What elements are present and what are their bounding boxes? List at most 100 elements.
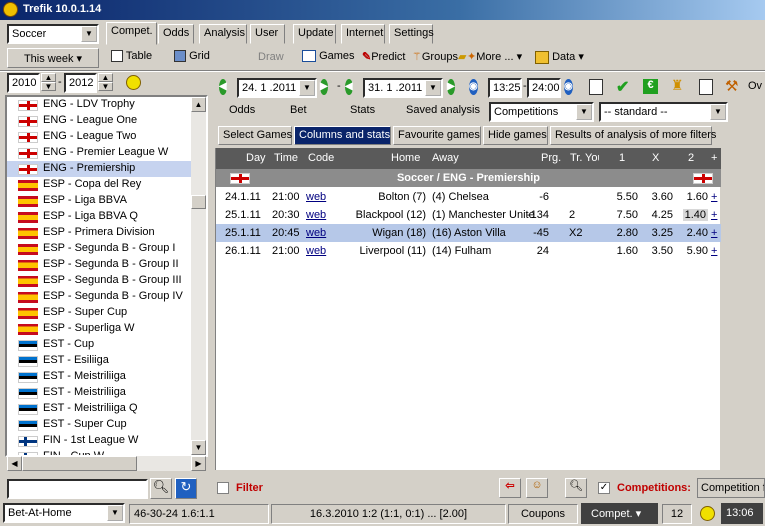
year-to-input[interactable]: 2012 [64,73,97,93]
subtab-hide-games[interactable]: Hide games [483,126,548,145]
tab-internet[interactable]: Internet [341,24,385,44]
down-arrow-icon[interactable]: ▼ [98,82,113,91]
tab-user[interactable]: User [250,24,285,44]
sidebar-item[interactable]: ENG - League One [7,113,206,129]
standard-select[interactable]: -- standard -- ▼ [599,102,728,122]
wand-tool-icon[interactable]: ⚒ [725,77,738,95]
col-home[interactable]: Home [391,152,420,164]
next-date-to-icon[interactable]: ▶ [447,79,455,95]
sidebar-item[interactable]: EST - Meistriliiga Q [7,401,206,417]
sidebar-item[interactable]: ESP - Copa del Rey [7,177,206,193]
competition-filter-value[interactable]: Competition f [697,478,765,498]
sidebar-item[interactable]: ENG - Premiership [7,161,206,177]
person-button[interactable]: ☺ [526,478,548,498]
ov-label[interactable]: Ov [748,80,762,92]
table-row[interactable]: 25.1.11 20:30 web Blackpool (12) (1) Manches… [216,206,721,224]
col-prg[interactable]: Prg. [541,152,561,164]
next-date-icon[interactable]: ▶ [320,79,328,95]
col-away[interactable]: Away [432,152,459,164]
status-ball-icon[interactable] [126,75,141,90]
subtab-results-analysis[interactable]: Results of analysis of more filters [550,126,716,145]
tab-update[interactable]: Update [293,24,336,44]
table-row[interactable]: 24.1.11 21:00 web Bolton (7) (4) Chelsea -6 5.… [216,188,721,206]
scroll-left-icon[interactable]: ◀ [7,456,22,471]
sidebar-item[interactable]: EST - Cup [7,337,206,353]
period-select[interactable]: This week ▾ [7,48,99,68]
tab-settings[interactable]: Settings [389,24,434,44]
sidebar-item[interactable]: ESP - Segunda B - Group III [7,273,206,289]
col-tr[interactable]: Tr. [570,152,582,164]
subtab-select-games[interactable]: Select Games [218,126,292,145]
prev-date-to-icon[interactable]: ◀ [345,79,353,95]
sidebar-item[interactable]: ESP - Liga BBVA [7,193,206,209]
chevron-down-icon[interactable]: ▼ [299,80,315,96]
up-arrow-icon[interactable]: ▲ [41,73,56,82]
sidebar-item[interactable]: ENG - Premier League W [7,145,206,161]
sidebar-item[interactable]: ENG - League Two [7,129,206,145]
cell-plus[interactable]: + [711,209,717,221]
chevron-down-icon[interactable]: ▼ [107,505,123,521]
cell-code[interactable]: web [306,227,326,239]
hscroll-thumb[interactable] [22,456,137,471]
sidebar-item[interactable]: ESP - Segunda B - Group I [7,241,206,257]
table-row[interactable]: 25.1.11 20:45 web Wigan (18) (16) Aston Vill… [216,224,721,242]
col-day[interactable]: Day [246,152,266,164]
tab-odds[interactable]: Odds [158,24,194,44]
table-row[interactable]: 26.1.11 21:00 web Liverpool (11) (14) Fulham… [216,242,721,260]
col-you[interactable]: You [585,152,599,164]
view-stats-link[interactable]: Stats [350,104,375,116]
chevron-down-icon[interactable]: ▼ [425,80,441,96]
cell-plus[interactable]: + [711,245,717,257]
view-bet-link[interactable]: Bet [290,104,307,116]
cell-code[interactable]: web [306,209,326,221]
scroll-right-icon[interactable]: ▶ [191,456,206,471]
scroll-up-icon[interactable]: ▲ [191,97,206,112]
time-from-input[interactable]: 13:25 [488,78,522,98]
sidebar-item[interactable]: EST - Meistriliiga [7,385,206,401]
sidebar-item[interactable]: EST - Esiliiga [7,353,206,369]
document-icon[interactable] [589,79,603,95]
up-arrow-icon[interactable]: ▲ [98,73,113,82]
col-plus[interactable]: + [711,152,717,164]
cell-code[interactable]: web [306,191,326,203]
compet-status-button[interactable]: Compet. ▾ [581,503,658,524]
draw-button[interactable]: Draw [258,51,284,63]
col-odds-x[interactable]: X [652,152,659,164]
groups-button[interactable]: ⚚Groups▰ [412,50,466,63]
chevron-down-icon[interactable]: ▼ [710,104,726,120]
competitions-select[interactable]: Competitions ▼ [489,102,594,122]
data-button[interactable]: Data ▾ [535,50,584,64]
clock-right-icon[interactable]: ◉ [564,79,573,95]
saved-analysis-link[interactable]: Saved analysis [406,104,480,116]
games-button[interactable]: Games [302,50,355,63]
sidebar-item[interactable]: EST - Super Cup [7,417,206,433]
year-to-stepper[interactable]: ▲ ▼ [98,73,113,92]
checkmark-icon[interactable]: ✔ [616,77,629,97]
money-bag-icon[interactable]: ♜ [671,77,687,94]
sidebar-item[interactable]: ESP - Superliga W [7,321,206,337]
col-time[interactable]: Time [274,152,298,164]
col-odds-1[interactable]: 1 [619,152,625,164]
subtab-columns-stats[interactable]: Columns and stats [294,126,391,145]
sidebar-item[interactable]: FIN - 1st League W [7,433,206,449]
sidebar-item[interactable]: ESP - Liga BBVA Q [7,209,206,225]
competition-list-scrollbar[interactable]: ▲ ▼ [191,97,206,455]
time-to-input[interactable]: 24:00 [527,78,561,98]
table-button[interactable]: Table [111,50,152,63]
sidebar-item[interactable]: ESP - Segunda B - Group IV [7,289,206,305]
chevron-down-icon[interactable]: ▼ [81,26,97,42]
search-button[interactable]: 🔍︎ [150,478,172,499]
clock-left-icon[interactable]: ◉ [469,79,478,95]
cell-plus[interactable]: + [711,227,717,239]
sidebar-item[interactable]: EST - Meistriliiga [7,369,206,385]
sidebar-item[interactable]: ESP - Segunda B - Group II [7,257,206,273]
predict-button[interactable]: ✎Predict [362,50,405,63]
sidebar-item[interactable]: ESP - Super Cup [7,305,206,321]
sidebar-item[interactable]: ESP - Primera Division [7,225,206,241]
grid-button[interactable]: Grid [174,50,210,63]
view-odds-link[interactable]: Odds [229,104,255,116]
competitions-checkbox[interactable]: ✓ [598,482,610,494]
refresh-button[interactable]: ↻ [175,478,197,499]
date-from-select[interactable]: 24. 1 .2011 ▼ [237,78,317,98]
competition-search-input[interactable] [7,479,148,499]
